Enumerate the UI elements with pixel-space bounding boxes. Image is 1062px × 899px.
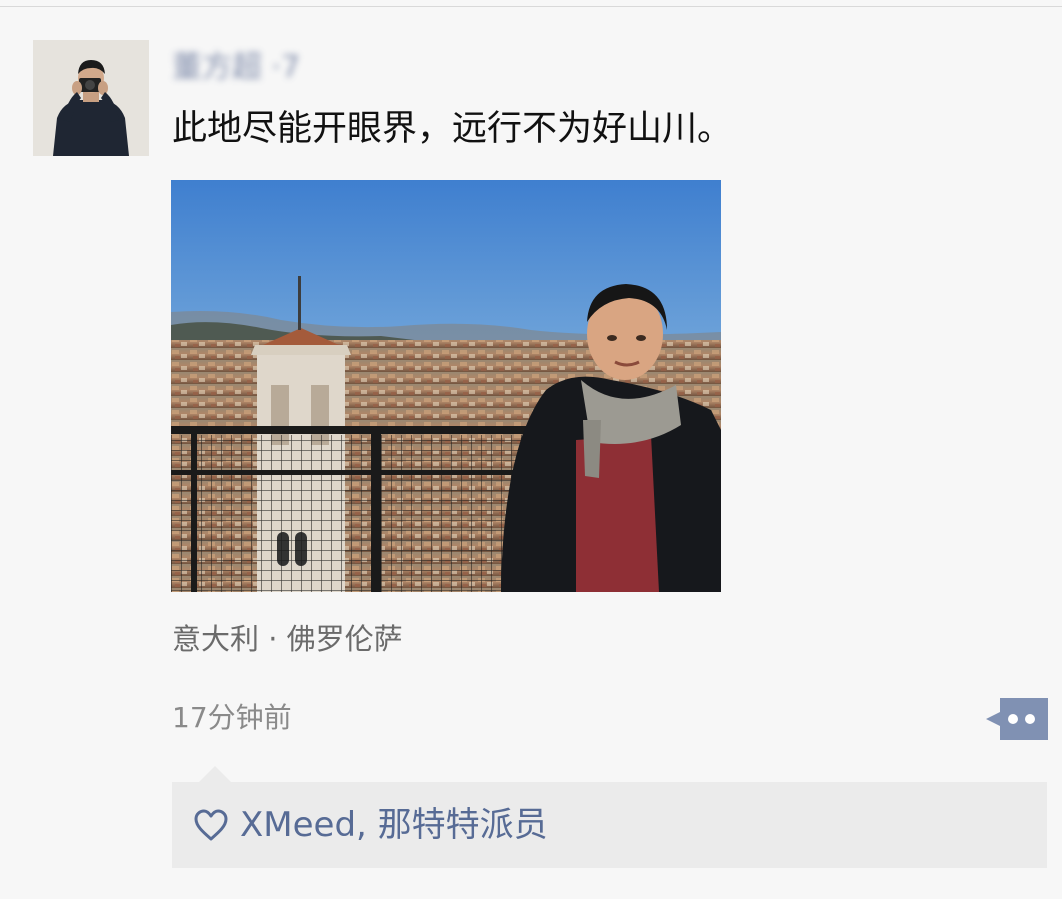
top-divider <box>0 6 1062 7</box>
more-comment-icon <box>986 698 1048 740</box>
likes-box: XMeed, 那特特派员 <box>172 782 1047 868</box>
avatar[interactable] <box>33 40 149 156</box>
post-timestamp: 17分钟前 <box>172 701 292 734</box>
likes-names[interactable]: XMeed, 那特特派员 <box>240 800 548 850</box>
more-comment-button[interactable] <box>986 698 1048 740</box>
location-label[interactable]: 意大利 · 佛罗伦萨 <box>172 617 403 661</box>
post-photo[interactable] <box>171 180 721 592</box>
post-text: 此地尽能开眼界，远行不为好山川。 <box>172 109 733 149</box>
username[interactable]: 董方超 ·7 <box>172 48 354 88</box>
likes-caret <box>198 766 232 783</box>
heart-outline-icon <box>194 809 228 841</box>
